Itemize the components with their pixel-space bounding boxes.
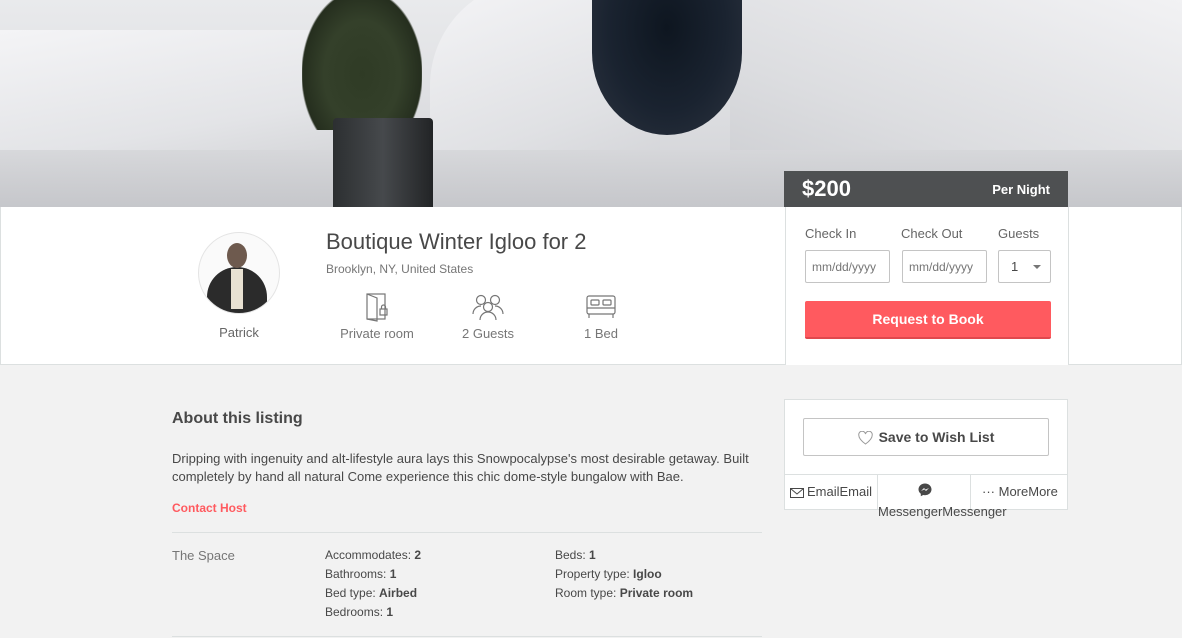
- feature-guests: 2 Guests: [443, 292, 533, 341]
- listing-title: Boutique Winter Igloo for 2: [326, 229, 587, 254]
- feature-beds: 1 Bed: [556, 292, 646, 341]
- guests-label: Guests: [998, 226, 1040, 241]
- about-title: About this listing: [172, 410, 303, 427]
- more-label: MoreMore: [998, 484, 1058, 499]
- check-out-input[interactable]: [902, 250, 987, 283]
- spec-beds: Beds: 1: [555, 548, 596, 562]
- share-email-button[interactable]: EmailEmail: [785, 475, 878, 510]
- price-unit: Per Night: [992, 181, 1050, 197]
- booking-panel: Check In Check Out Guests 1 Request to B…: [785, 207, 1069, 365]
- request-to-book-button[interactable]: Request to Book: [805, 301, 1051, 339]
- wish-share-panel: Save to Wish List EmailEmail MessengerMe…: [784, 399, 1068, 519]
- listing-location[interactable]: Brooklyn, NY, United States: [326, 262, 473, 276]
- divider: [172, 636, 762, 637]
- door-icon: [366, 293, 388, 322]
- bed-icon: [586, 295, 616, 318]
- space-label: The Space: [172, 548, 235, 563]
- save-to-wish-list-button[interactable]: Save to Wish List: [803, 418, 1049, 456]
- spec-bathrooms: Bathrooms: 1: [325, 567, 397, 581]
- spec-bedrooms: Bedrooms: 1: [325, 605, 394, 619]
- ellipsis-icon: ···: [982, 484, 995, 499]
- potted-tree: [302, 0, 422, 130]
- spec-room-type: Room type: Private room: [555, 586, 694, 600]
- spec-bed-type: Bed type: Airbed: [325, 586, 418, 600]
- price: $200: [802, 176, 851, 201]
- plant-pot: [333, 118, 433, 207]
- spec-accommodates: Accommodates: 2: [325, 548, 422, 562]
- heart-icon: [857, 431, 873, 445]
- divider: [172, 532, 762, 533]
- share-more-button[interactable]: ··· MoreMore: [971, 475, 1067, 510]
- messenger-icon: [918, 483, 932, 497]
- contact-host-link[interactable]: Contact Host: [172, 501, 247, 515]
- feature-room-type: Private room: [332, 292, 422, 341]
- guests-icon: [472, 294, 504, 321]
- feature-label: 2 Guests: [461, 326, 515, 341]
- host-name[interactable]: Patrick: [198, 325, 280, 340]
- check-in-label: Check In: [805, 226, 857, 241]
- price-bar: $200 Per Night: [784, 171, 1068, 207]
- feature-label: 1 Bed: [584, 326, 618, 341]
- check-in-input[interactable]: [805, 250, 890, 283]
- about-description: Dripping with ingenuity and alt-lifestyl…: [172, 451, 749, 484]
- host-avatar[interactable]: [198, 232, 280, 314]
- share-row: EmailEmail MessengerMessenger ··· MoreMo…: [785, 474, 1067, 519]
- check-out-label: Check Out: [901, 226, 963, 241]
- wish-list-label: Save to Wish List: [878, 429, 995, 445]
- guests-select[interactable]: 1: [998, 250, 1051, 283]
- guests-value: 1: [1011, 259, 1019, 274]
- listing-header: Patrick Boutique Winter Igloo for 2 Broo…: [0, 207, 1182, 365]
- spec-property-type: Property type: Igloo: [555, 567, 662, 581]
- email-label: EmailEmail: [807, 484, 873, 499]
- feature-label: Private room: [340, 326, 414, 341]
- caret-down-icon: [1033, 265, 1041, 269]
- envelope-icon: [790, 487, 804, 498]
- share-messenger-button[interactable]: MessengerMessenger: [878, 475, 1007, 519]
